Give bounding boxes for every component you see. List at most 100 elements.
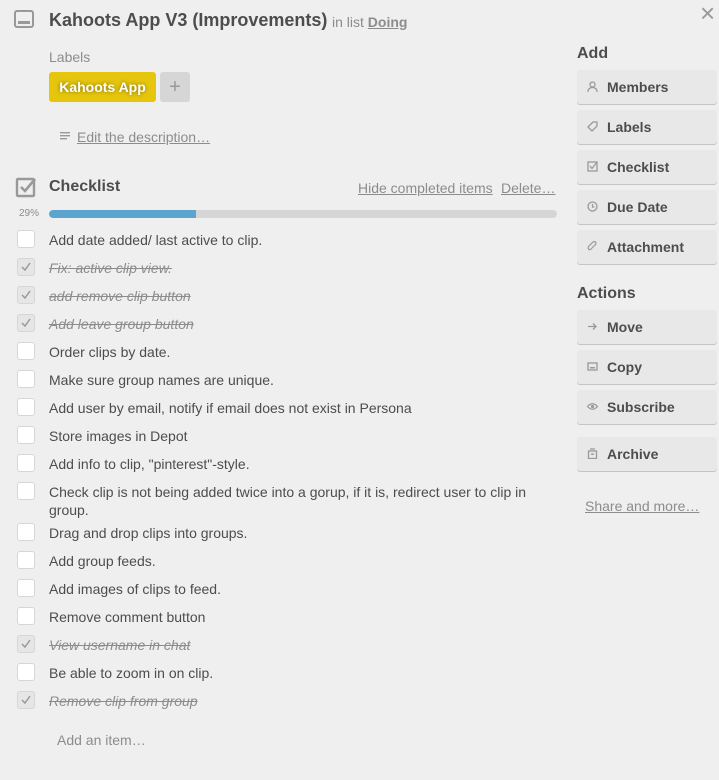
checklist-icon	[15, 177, 36, 198]
item-text[interactable]: Add group feeds.	[49, 547, 544, 570]
archive-button[interactable]: Archive	[577, 437, 717, 471]
button-label: Attachment	[607, 239, 685, 255]
due-date-button[interactable]: Due Date	[577, 190, 717, 224]
hide-completed-link[interactable]: Hide completed items	[358, 180, 493, 196]
button-label: Subscribe	[607, 399, 675, 415]
close-icon[interactable]: ×	[700, 0, 715, 26]
checklist-item: Remove comment button	[0, 603, 570, 631]
item-text[interactable]: Remove clip from group	[49, 687, 544, 710]
item-text[interactable]: View username in chat	[49, 631, 544, 654]
checkmark-icon	[21, 262, 31, 272]
item-text[interactable]: Remove comment button	[49, 603, 544, 626]
item-checkbox[interactable]	[17, 663, 35, 681]
label-chip[interactable]: Kahoots App	[49, 72, 156, 102]
eye-icon	[587, 403, 598, 410]
checklist-item: View username in chat	[0, 631, 570, 659]
checklist-items: Add date added/ last active to clip. Fix:…	[0, 226, 570, 715]
checklist-item: Make sure group names are unique.	[0, 366, 570, 394]
labels-button[interactable]: Labels	[577, 110, 717, 144]
checklist-item: Drag and drop clips into groups.	[0, 519, 570, 547]
item-text[interactable]: Check clip is not being added twice into…	[49, 478, 544, 519]
checklist-item: Add date added/ last active to clip.	[0, 226, 570, 254]
add-label-button[interactable]: +	[160, 72, 190, 102]
item-checkbox[interactable]	[17, 342, 35, 360]
checklist-item: add remove clip button	[0, 282, 570, 310]
item-text[interactable]: Add date added/ last active to clip.	[49, 226, 544, 249]
button-label: Move	[607, 319, 643, 335]
checklist-title[interactable]: Checklist	[49, 178, 120, 196]
checklist-item: Be able to zoom in on clip.	[0, 659, 570, 687]
button-label: Due Date	[607, 199, 668, 215]
item-text[interactable]: Be able to zoom in on clip.	[49, 659, 544, 682]
progress-percent: 29%	[19, 208, 40, 219]
item-text[interactable]: Add info to clip, "pinterest"-style.	[49, 450, 544, 473]
paperclip-icon	[587, 241, 597, 251]
copy-button[interactable]: Copy	[577, 350, 717, 384]
labels-heading: Labels	[49, 49, 91, 65]
delete-checklist-link[interactable]: Delete…	[501, 180, 555, 196]
item-checkbox[interactable]	[17, 579, 35, 597]
attachment-button[interactable]: Attachment	[577, 230, 717, 264]
subscribe-button[interactable]: Subscribe	[577, 390, 717, 424]
copy-icon	[587, 362, 598, 371]
item-text[interactable]: Drag and drop clips into groups.	[49, 519, 544, 542]
button-label: Members	[607, 79, 669, 95]
checklist-item: Add leave group button	[0, 310, 570, 338]
in-list-prefix: in list	[332, 14, 364, 30]
description-icon	[60, 132, 70, 140]
members-button[interactable]: Members	[577, 70, 717, 104]
checklist-item: Add info to clip, "pinterest"-style.	[0, 450, 570, 478]
item-checkbox[interactable]	[17, 482, 35, 500]
item-text[interactable]: Add user by email, notify if email does …	[49, 394, 544, 417]
checkmark-icon	[21, 290, 31, 300]
edit-description-link[interactable]: Edit the description…	[77, 129, 210, 145]
card-title[interactable]: Kahoots App V3 (Improvements)	[49, 10, 327, 31]
checkmark-icon	[21, 695, 31, 705]
item-checkbox[interactable]	[17, 426, 35, 444]
checkmark-icon	[21, 639, 31, 649]
item-checkbox[interactable]	[17, 370, 35, 388]
list-link[interactable]: Doing	[368, 14, 408, 30]
archive-icon	[587, 448, 598, 459]
item-checkbox[interactable]	[17, 454, 35, 472]
tag-icon	[587, 121, 598, 132]
item-text[interactable]: add remove clip button	[49, 282, 544, 305]
move-button[interactable]: Move	[577, 310, 717, 344]
item-checkbox[interactable]	[17, 398, 35, 416]
clock-icon	[587, 201, 598, 212]
list-reference: in list Doing	[332, 14, 407, 30]
item-text[interactable]: Add images of clips to feed.	[49, 575, 544, 598]
item-checkbox[interactable]	[17, 551, 35, 569]
checkbox-icon	[587, 161, 598, 172]
item-checkbox[interactable]	[17, 607, 35, 625]
checklist-item: Add user by email, notify if email does …	[0, 394, 570, 422]
button-label: Archive	[607, 446, 659, 462]
person-icon	[587, 81, 598, 92]
item-text[interactable]: Fix: active clip view.	[49, 254, 544, 277]
actions-heading: Actions	[577, 285, 636, 302]
arrow-right-icon	[588, 323, 597, 330]
checklist-item: Order clips by date.	[0, 338, 570, 366]
checkmark-icon	[21, 318, 31, 328]
item-text[interactable]: Store images in Depot	[49, 422, 544, 445]
progress-bar-fill	[49, 210, 197, 218]
checklist-item: Add images of clips to feed.	[0, 575, 570, 603]
checklist-button[interactable]: Checklist	[577, 150, 717, 184]
item-text[interactable]: Make sure group names are unique.	[49, 366, 544, 389]
item-text[interactable]: Order clips by date.	[49, 338, 544, 361]
button-label: Labels	[607, 119, 652, 135]
checklist-item: Check clip is not being added twice into…	[0, 478, 570, 519]
button-label: Checklist	[607, 159, 670, 175]
add-heading: Add	[577, 45, 609, 62]
card-icon	[14, 10, 34, 28]
item-checkbox[interactable]	[17, 230, 35, 248]
add-item-input[interactable]: Add an item…	[57, 732, 146, 748]
item-checkbox[interactable]	[17, 523, 35, 541]
checklist-item: Store images in Depot	[0, 422, 570, 450]
checklist-item: Remove clip from group	[0, 687, 570, 715]
share-and-more-link[interactable]: Share and more…	[585, 498, 699, 514]
progress-bar	[49, 210, 557, 218]
button-label: Copy	[607, 359, 642, 375]
item-text[interactable]: Add leave group button	[49, 310, 544, 333]
checklist-item: Fix: active clip view.	[0, 254, 570, 282]
